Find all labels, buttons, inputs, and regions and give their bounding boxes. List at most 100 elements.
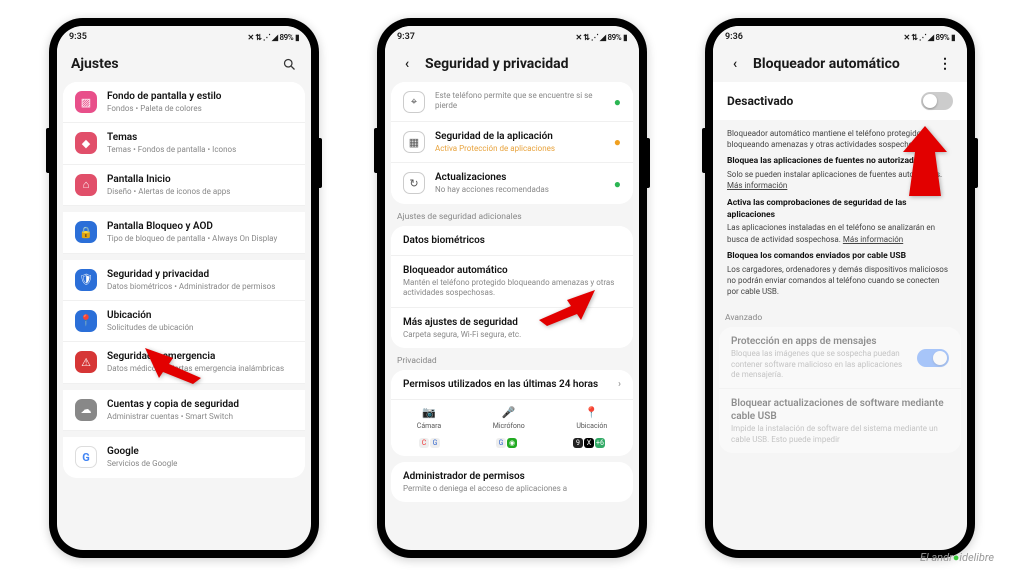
header: ‹ Bloqueador automático ⋮ (713, 48, 967, 82)
row-title: Ubicación (107, 309, 293, 322)
row-title: Cuentas y copia de seguridad (107, 398, 293, 411)
header: ‹ Seguridad y privacidad (385, 48, 639, 82)
security-option[interactable]: Más ajustes de seguridadCarpeta segura, … (391, 308, 633, 348)
security-option[interactable]: Datos biométricos (391, 226, 633, 256)
permission-item[interactable]: 🎤 Micrófono (493, 406, 525, 430)
row-subtitle: Tipo de bloqueo de pantalla • Always On … (107, 234, 293, 244)
row-subtitle: Carpeta segura, Wi-Fi segura, etc. (403, 330, 621, 340)
perm-icon: 📷 (422, 406, 436, 419)
row-title: Pantalla Inicio (107, 173, 293, 186)
status-ok-icon: ● (614, 177, 621, 191)
row-title: Seguridad y privacidad (107, 268, 293, 281)
phone-1: 9:35 ✕ ⇅ ⋰ ◢ 89%▮ Ajustes ▨ Fondo de pant… (49, 18, 319, 558)
toggle-label: Desactivado (727, 94, 793, 108)
status-icons: ✕ ⇅ ⋰ ◢ 89%▮ (904, 33, 955, 42)
clock: 9:35 (69, 32, 87, 42)
proteccion-mensajes: Protección en apps de mensajes Bloquea l… (719, 327, 961, 389)
row-subtitle: Administrar cuentas • Smart Switch (107, 412, 293, 422)
statusbar: 9:37 ✕ ⇅ ⋰ ◢ 89%▮ (385, 26, 639, 48)
row-icon: ▦ (403, 131, 425, 153)
row-icon: ⌂ (75, 174, 97, 196)
status-row[interactable]: ⌖ Este teléfono permite que se encuentre … (391, 82, 633, 122)
clock: 9:36 (725, 32, 743, 42)
row-subtitle: Solicitudes de ubicación (107, 323, 293, 333)
row-title: Seguridad y emergencia (107, 350, 293, 363)
row-icon: 📍 (75, 310, 97, 332)
perm-label: Ubicación (576, 422, 607, 430)
statusbar: 9:35 ✕ ⇅ ⋰ ◢ 89%▮ (57, 26, 311, 48)
page-title: Bloqueador automático (753, 56, 927, 72)
row-subtitle: Temas • Fondos de pantalla • Iconos (107, 145, 293, 155)
settings-row[interactable]: ⌂Pantalla InicioDiseño • Alertas de icon… (63, 165, 305, 206)
row-title: Temas (107, 131, 293, 144)
row-icon: ↻ (403, 172, 425, 194)
auto-blocker-toggle[interactable] (921, 92, 953, 110)
settings-row[interactable]: G GoogleServicios de Google (63, 437, 305, 477)
status-row[interactable]: ▦Seguridad de la aplicaciónActiva Protec… (391, 122, 633, 163)
advanced-options: Protección en apps de mensajes Bloquea l… (719, 327, 961, 453)
permission-apps: CG G◉ 9X+6 (391, 438, 633, 456)
settings-row[interactable]: ⚠Seguridad y emergenciaDatos médicos • A… (63, 342, 305, 383)
row-subtitle: Mantén el teléfono protegido bloqueando … (403, 278, 621, 299)
more-info-link[interactable]: Más información (843, 235, 903, 244)
perm-icon: 📍 (585, 406, 599, 419)
permission-item[interactable]: 📍 Ubicación (576, 406, 607, 430)
administrador-permisos[interactable]: Administrador de permisos Permite o deni… (391, 462, 633, 502)
clock: 9:37 (397, 32, 415, 42)
section-label: Avanzado (713, 305, 967, 327)
phone-3: 9:36 ✕ ⇅ ⋰ ◢ 89%▮ ‹ Bloqueador automátic… (705, 18, 975, 558)
perm-icon: 🎤 (502, 406, 516, 419)
watermark: El andr●idelibre (920, 551, 994, 564)
settings-row[interactable]: 🔒 Pantalla Bloqueo y AODTipo de bloqueo d… (63, 212, 305, 253)
settings-row[interactable]: 📍 UbicaciónSolicitudes de ubicación (63, 301, 305, 342)
permission-icons: 📷Cámara 🎤 Micrófono 📍 Ubicación (391, 400, 633, 438)
settings-row[interactable]: ◆ TemasTemas • Fondos de pantalla • Icono… (63, 123, 305, 164)
page-title: Seguridad y privacidad (425, 56, 625, 72)
screen-bloqueador: 9:36 ✕ ⇅ ⋰ ◢ 89%▮ ‹ Bloqueador automátic… (713, 26, 967, 550)
search-icon[interactable] (281, 56, 297, 72)
row-title: Bloqueador automático (403, 264, 621, 277)
row-icon: ▨ (75, 91, 97, 113)
security-option[interactable]: Bloqueador automáticoMantén el teléfono … (391, 256, 633, 308)
row-title: Más ajustes de seguridad (403, 316, 621, 329)
screen-seguridad: 9:37 ✕ ⇅ ⋰ ◢ 89%▮ ‹ Seguridad y privacid… (385, 26, 639, 550)
statusbar: 9:36 ✕ ⇅ ⋰ ◢ 89%▮ (713, 26, 967, 48)
page-title: Ajustes (71, 56, 271, 72)
permission-item[interactable]: 📷Cámara (417, 406, 441, 430)
back-icon[interactable]: ‹ (727, 56, 743, 72)
section-label: Privacidad (385, 348, 639, 370)
row-subtitle: No hay acciones recomendadas (435, 185, 604, 195)
phone-2: 9:37 ✕ ⇅ ⋰ ◢ 89%▮ ‹ Seguridad y privacid… (377, 18, 647, 558)
back-icon[interactable]: ‹ (399, 56, 415, 72)
row-title: Actualizaciones (435, 171, 604, 184)
settings-row[interactable]: 🛡 Seguridad y privacidadDatos biométricos… (63, 260, 305, 301)
header: Ajustes (57, 48, 311, 82)
screen-ajustes: 9:35 ✕ ⇅ ⋰ ◢ 89%▮ Ajustes ▨ Fondo de pant… (57, 26, 311, 550)
row-title: Datos biométricos (403, 234, 621, 247)
perm-label: Micrófono (493, 422, 525, 430)
chevron-right-icon: › (618, 379, 621, 390)
row-subtitle: Datos médicos • Alertas emergencia inalá… (107, 364, 293, 374)
row-title: Pantalla Bloqueo y AOD (107, 220, 293, 233)
settings-row[interactable]: ☁Cuentas y copia de seguridadAdministrar… (63, 390, 305, 431)
row-icon: G (75, 446, 97, 468)
status-warn-icon: ● (614, 135, 621, 149)
more-icon[interactable]: ⋮ (937, 56, 953, 72)
row-subtitle: Fondos • Paleta de colores (107, 104, 293, 114)
row-subtitle: Datos biométricos • Administrador de per… (107, 282, 293, 292)
msg-protection-toggle (917, 349, 949, 367)
row-subtitle: Este teléfono permite que se encuentre s… (435, 91, 604, 112)
row-icon: 🛡 (75, 269, 97, 291)
settings-row[interactable]: ▨ Fondo de pantalla y estiloFondos • Pale… (63, 82, 305, 123)
row-icon: ⌖ (403, 91, 425, 113)
permissions-24h[interactable]: Permisos utilizados en las últimas 24 ho… (391, 370, 633, 400)
settings-list: ▨ Fondo de pantalla y estiloFondos • Pale… (63, 82, 305, 478)
row-title: Fondo de pantalla y estilo (107, 90, 293, 103)
privacy-block: Permisos utilizados en las últimas 24 ho… (391, 370, 633, 456)
row-icon: ◆ (75, 132, 97, 154)
row-icon: 🔒 (75, 221, 97, 243)
row-subtitle: Servicios de Google (107, 459, 293, 469)
more-info-link[interactable]: Más información (727, 181, 787, 190)
row-title: Google (107, 445, 293, 458)
status-row[interactable]: ↻ ActualizacionesNo hay acciones recomend… (391, 163, 633, 203)
